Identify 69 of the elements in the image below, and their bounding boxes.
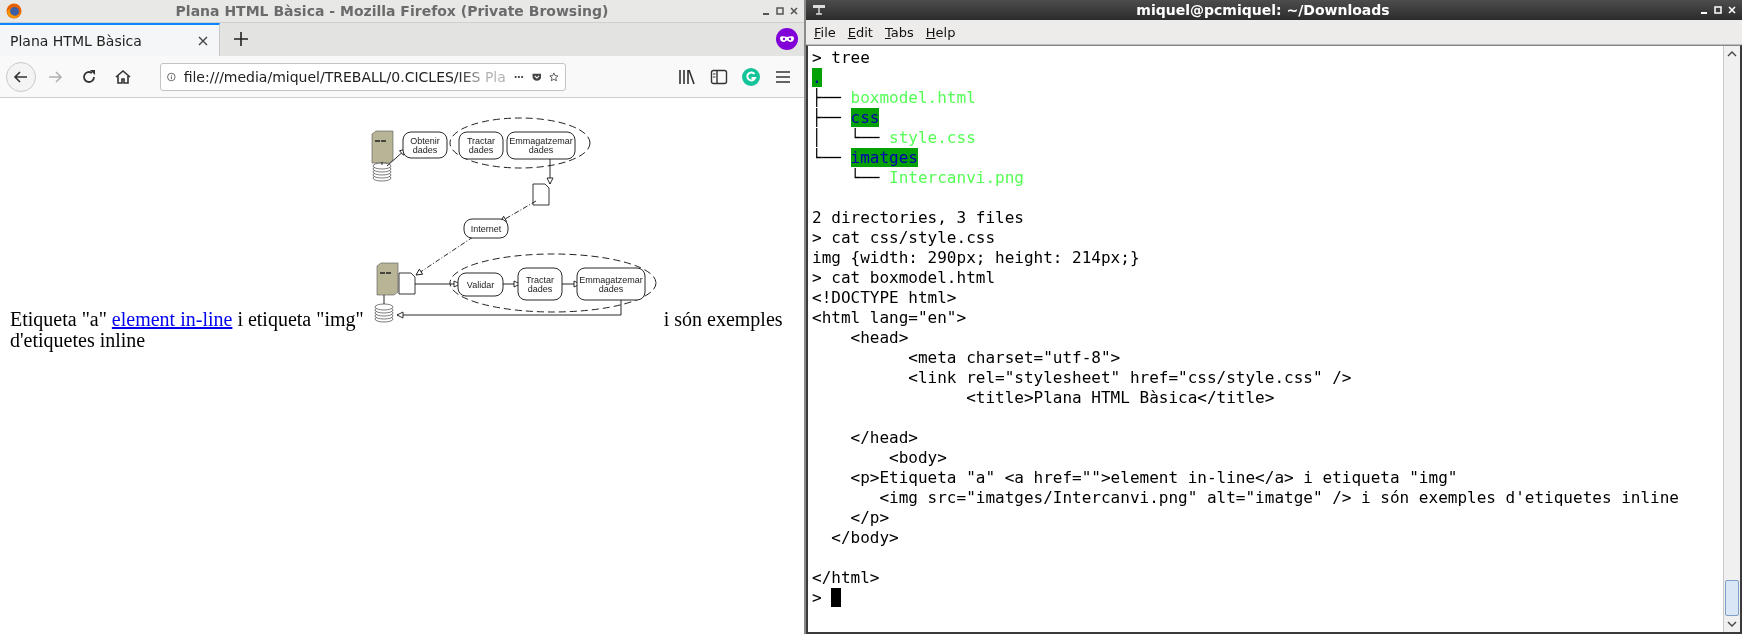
address-bar[interactable]: file:///media/miquel/TREBALL/0.CICLES/IES Pla bbox=[160, 62, 566, 91]
terminal-line: <meta charset="utf-8"> bbox=[907, 348, 1121, 367]
server-icon bbox=[376, 262, 398, 296]
new-tab-icon[interactable] bbox=[234, 32, 248, 46]
directory-name: . bbox=[812, 68, 822, 87]
firefox-logo-icon bbox=[6, 3, 22, 19]
server-icon bbox=[371, 130, 393, 164]
terminal-line: </p> bbox=[849, 508, 890, 527]
url-text: file:///media/miquel/TREBALL/0.CICLES/IES Pla bbox=[183, 68, 506, 85]
menu-item[interactable]: Help bbox=[925, 24, 956, 40]
scrollbar[interactable] bbox=[1723, 46, 1740, 632]
terminal-line: <!DOCTYPE html> bbox=[812, 288, 957, 307]
menu-item[interactable]: File bbox=[814, 24, 836, 40]
process-node: Emmagatzemar dades bbox=[506, 131, 576, 160]
terminal-line: > cat boxmodel.html bbox=[812, 268, 996, 287]
tree-branch: │ └── bbox=[812, 128, 881, 147]
process-node: Tractar dades bbox=[517, 267, 563, 301]
terminal-line: <html lang="en"> bbox=[812, 308, 967, 327]
tree-branch: └── bbox=[812, 148, 842, 167]
document-icon bbox=[398, 272, 416, 295]
tree-branch: └── bbox=[849, 168, 881, 187]
terminal-line: <title>Plana HTML Bàsica</title> bbox=[965, 388, 1275, 407]
terminal-line: <p>Etiqueta "a" <a href="">element in-line</a> i etiqueta "img" bbox=[849, 468, 1458, 487]
page-paragraph: Etiqueta "a" element in-line i etiqueta "img" Obtenir dades Tractar dades Emmagatzemar dades Internet Validar Tractar dades Emmagatzemar dades i són exemples d'etiquetes inline bbox=[10, 112, 790, 351]
close-icon[interactable] bbox=[197, 34, 209, 47]
file-name: Intercanvi.png bbox=[889, 168, 1024, 187]
terminal-line: </html> bbox=[812, 568, 880, 587]
process-node: Emmagatzemar dades bbox=[576, 267, 646, 301]
directory-name: css bbox=[850, 108, 880, 127]
terminal-line: <img src="imatges/Intercanvi.png" alt="imatge" /> i són exemples d'etiquetes inline bbox=[878, 488, 1679, 507]
reload-icon bbox=[80, 67, 98, 86]
tree-branch: ├── bbox=[812, 88, 842, 107]
terminal-line: img {width: 290px; height: 214px;} bbox=[812, 248, 1140, 267]
terminal-line: > tree bbox=[812, 48, 870, 67]
home-icon bbox=[114, 67, 132, 86]
terminal-window-icon bbox=[812, 4, 826, 16]
process-node: Internet bbox=[463, 218, 509, 239]
window-title: miquel@pcmiquel: ~/Downloads bbox=[1135, 2, 1391, 18]
terminal-line: </head> bbox=[849, 428, 918, 447]
prompt: > bbox=[812, 588, 822, 607]
terminal-line: </body> bbox=[830, 528, 899, 547]
window-title: Plana HTML Bàsica - Mozilla Firefox (Private Browsing) bbox=[174, 3, 610, 19]
tree-branch: ├── bbox=[812, 108, 842, 127]
terminal-line: > cat css/style.css bbox=[812, 228, 996, 247]
database-icon bbox=[372, 162, 392, 182]
menu-item[interactable]: Tabs bbox=[884, 24, 914, 40]
browser-tab[interactable]: Plana HTML Bàsica bbox=[0, 23, 220, 56]
back-button[interactable] bbox=[6, 61, 36, 92]
mask-icon bbox=[776, 28, 798, 50]
process-node: Obtenir dades bbox=[402, 131, 448, 159]
menu-item[interactable]: Edit bbox=[847, 24, 873, 40]
more-dots-icon[interactable] bbox=[513, 73, 524, 80]
terminal-line: <body> bbox=[888, 448, 947, 467]
process-node: Tractar dades bbox=[458, 131, 504, 160]
maximize-icon[interactable] bbox=[776, 7, 784, 15]
document-icon bbox=[532, 183, 550, 206]
library-icon[interactable] bbox=[678, 67, 696, 86]
file-name: style.css bbox=[889, 128, 976, 147]
inline-link[interactable]: element in-line bbox=[111, 308, 233, 330]
scrollbar-thumb[interactable] bbox=[1725, 580, 1739, 616]
sidebar-icon[interactable] bbox=[710, 67, 728, 86]
close-icon[interactable] bbox=[790, 7, 798, 15]
file-name: boxmodel.html bbox=[850, 88, 976, 107]
directory-name: imatges bbox=[850, 148, 918, 167]
terminal-line: <head> bbox=[849, 328, 909, 347]
terminal-line: <link rel="stylesheet" href="css/style.css" /> bbox=[907, 368, 1352, 387]
database-icon bbox=[374, 303, 394, 323]
process-node: Validar bbox=[457, 272, 504, 297]
terminal-line: 2 directories, 3 files bbox=[812, 208, 1024, 227]
